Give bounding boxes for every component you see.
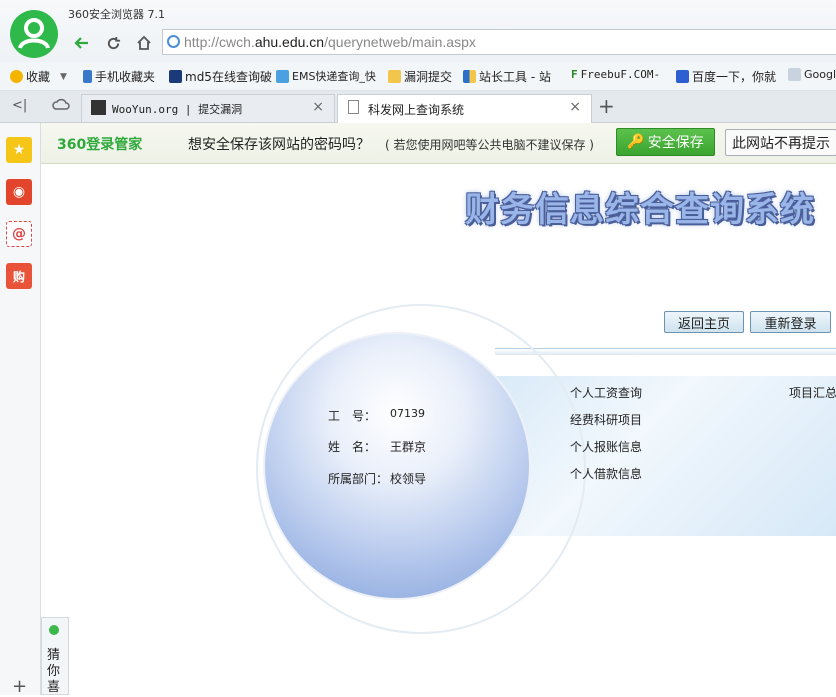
refresh-icon[interactable] (99, 30, 127, 56)
bookmarks-bar: 收藏 ▼ 手机收藏夹 md5在线查询破 EMS快递查询_快 漏洞提交 站长工具 -… (0, 62, 836, 91)
password-prompt-text: 想安全保存该网站的密码吗？ (188, 137, 370, 153)
header-divider (495, 348, 836, 355)
link-reimbursement[interactable]: 个人报账信息 (570, 438, 642, 455)
bookmark-mobile[interactable]: 手机收藏夹 (83, 68, 155, 85)
tab-wooyun[interactable]: WooYun.org | 提交漏洞 × (81, 94, 335, 122)
ems-site-icon (276, 69, 289, 83)
link-salary-query[interactable]: 个人工资查询 (570, 384, 642, 401)
name-value: 王群京 (390, 440, 427, 454)
sidebar-toggle-icon[interactable]: <| (12, 98, 27, 113)
favorites-star-icon[interactable]: ★ (6, 137, 32, 163)
chevron-down-icon[interactable]: ▼ (60, 72, 67, 82)
user-avatar-icon[interactable] (10, 10, 58, 58)
status-dot-icon (49, 625, 59, 635)
close-icon[interactable]: × (569, 99, 581, 115)
back-icon[interactable] (68, 30, 96, 56)
globe-icon (167, 35, 180, 48)
close-icon[interactable]: × (312, 99, 324, 115)
address-bar[interactable]: http://cwch.ahu.edu.cn/querynetweb/main.… (162, 29, 836, 55)
md5-site-icon (169, 70, 182, 83)
new-tab-plus-icon[interactable]: + (598, 94, 615, 118)
system-title: 财务信息综合查询系统 (465, 190, 815, 230)
shopping-bag-icon[interactable]: 购 (6, 263, 32, 289)
folder-icon (388, 70, 401, 83)
department-value: 校领导 (390, 472, 427, 486)
guess-you-like-panel[interactable]: 猜你喜 (41, 617, 69, 695)
tab-bar: <| WooYun.org | 提交漏洞 × 科发网上查询系统 × + (0, 91, 836, 123)
bookmark-md5[interactable]: md5在线查询破 (169, 68, 272, 85)
employee-id-label: 工 号： (328, 409, 377, 423)
home-icon[interactable] (130, 30, 158, 56)
bookmark-freebuf[interactable]: F FreebuF.COM- (571, 68, 660, 81)
freebuf-icon: F (571, 68, 578, 81)
page-content: 财务信息综合查询系统 返回主页 重新登录 工 号： 07139 姓 名： 王群京… (41, 164, 836, 695)
google-site-icon (788, 68, 801, 81)
never-prompt-button[interactable]: 此网站不再提示 (725, 129, 836, 156)
sidebar: ★ ◉ @ 购 (0, 123, 41, 695)
bookmark-webmaster[interactable]: 站长工具 - 站 (463, 68, 551, 85)
weibo-icon[interactable]: ◉ (6, 179, 32, 205)
mail-icon[interactable]: @ (6, 221, 32, 247)
baidu-paw-icon (676, 70, 689, 83)
save-password-button[interactable]: 🔑 安全保存 (616, 128, 715, 156)
cloud-icon[interactable] (52, 97, 70, 114)
app-title: 360安全浏览器 7.1 (68, 8, 165, 21)
relogin-button[interactable]: 重新登录 (750, 311, 831, 333)
employee-id-value: 07139 (390, 407, 425, 420)
bookmark-bugs[interactable]: 漏洞提交 (388, 68, 452, 85)
url-text[interactable]: http://cwch.ahu.edu.cn/querynetweb/main.… (184, 34, 476, 50)
tab-query-system[interactable]: 科发网上查询系统 × (337, 94, 592, 123)
department-label: 所属部门： (328, 472, 389, 486)
bookmark-ems[interactable]: EMS快递查询_快 (276, 68, 376, 84)
bookmark-baidu[interactable]: 百度一下，你就 (676, 68, 776, 85)
guess-label: 猜你喜 (47, 648, 61, 695)
page-icon (348, 100, 359, 114)
phone-icon (83, 70, 92, 83)
link-project-summary[interactable]: 项目汇总 (789, 384, 836, 401)
home-button[interactable]: 返回主页 (664, 311, 744, 333)
user-info-circle (265, 334, 529, 598)
360-login-manager-logo: 360登录管家 (57, 137, 143, 153)
bookmark-google[interactable]: Googl (788, 68, 836, 81)
star-plus-icon (10, 70, 23, 83)
title-bar: 360安全浏览器 7.1 http://cwch.ahu.edu.cn/quer… (0, 0, 836, 62)
webmaster-site-icon (463, 70, 476, 83)
password-prompt-note: ( 若您使用网吧等公共电脑不建议保存 ) (385, 138, 594, 152)
add-icon[interactable]: + (12, 678, 27, 696)
password-manager-bar: 360登录管家 想安全保存该网站的密码吗？ ( 若您使用网吧等公共电脑不建议保存… (41, 123, 836, 164)
link-loans[interactable]: 个人借款信息 (570, 465, 642, 482)
wooyun-favicon-icon (91, 100, 106, 115)
key-icon: 🔑 (627, 134, 645, 150)
bookmark-favorites[interactable]: 收藏 ▼ (10, 68, 67, 85)
link-research-funds[interactable]: 经费科研项目 (570, 411, 642, 428)
name-label: 姓 名： (328, 440, 377, 454)
